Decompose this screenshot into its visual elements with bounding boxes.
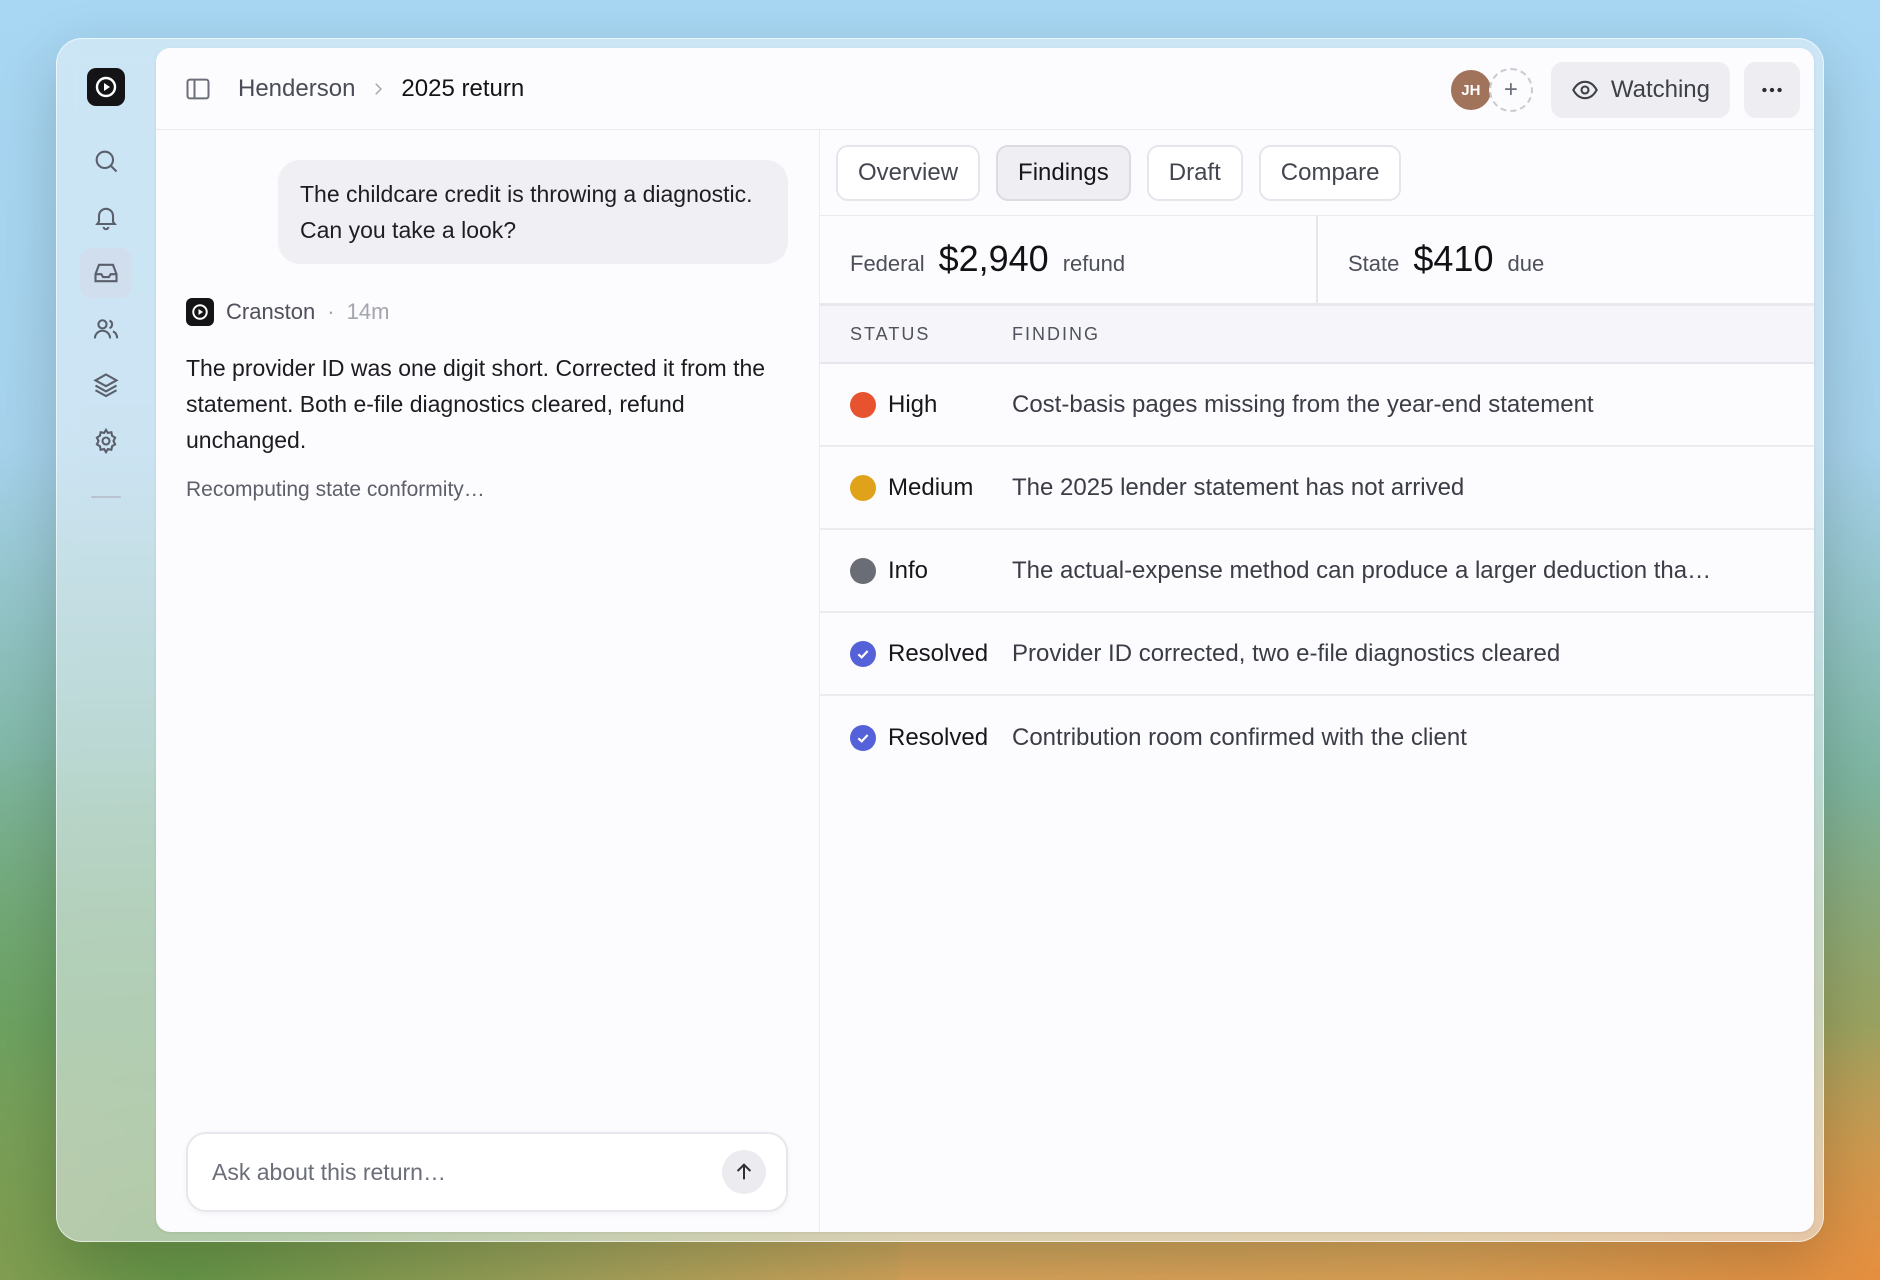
- more-menu-button[interactable]: [1744, 62, 1800, 118]
- rail-inbox-button[interactable]: [80, 248, 132, 298]
- finding-text: The actual-expense method can produce a …: [1012, 556, 1712, 584]
- chevron-right-icon: [369, 80, 387, 98]
- federal-kind: refund: [1062, 251, 1126, 276]
- federal-label: Federal: [850, 251, 925, 276]
- rail-notifications-button[interactable]: [80, 192, 132, 242]
- table-row[interactable]: Resolved Provider ID corrected, two e-fil…: [820, 613, 1814, 696]
- table-row[interactable]: Info The actual-expense method can produc…: [820, 530, 1814, 613]
- findings-table: High Cost-basis pages missing from the ye…: [820, 364, 1814, 779]
- rail-search-button[interactable]: [80, 136, 132, 186]
- status-label: Info: [888, 556, 929, 584]
- table-row[interactable]: High Cost-basis pages missing from the ye…: [820, 364, 1814, 447]
- watching-label: Watching: [1610, 76, 1710, 103]
- status-label: Resolved: [888, 723, 989, 751]
- sidebar-toggle-icon[interactable]: [184, 75, 212, 103]
- status-cell: Resolved: [820, 640, 1012, 668]
- assistant-message: The provider ID was one digit short. Cor…: [186, 355, 766, 453]
- layers-icon: [93, 373, 119, 398]
- state-label: State: [1348, 251, 1400, 276]
- assistant-timestamp: 14m: [346, 299, 390, 324]
- rail-people-button[interactable]: [80, 304, 132, 354]
- finding-text: Cost-basis pages missing from the year-e…: [1012, 390, 1594, 418]
- assistant-name: Cranston: [226, 299, 316, 324]
- return-pane: Overview Findings Draft Compare Federal …: [820, 130, 1814, 1232]
- user-message: The childcare credit is throwing a diagn…: [278, 160, 788, 264]
- chat-pane: The childcare credit is throwing a diagn…: [156, 130, 820, 1232]
- status-label: Medium: [888, 473, 974, 501]
- rail-settings-button[interactable]: [80, 416, 132, 466]
- app-logo[interactable]: [87, 68, 125, 106]
- status-cell: Medium: [820, 474, 1012, 502]
- gear-icon: [95, 427, 117, 455]
- finding-text: Contribution room confirmed with the cli…: [1012, 723, 1467, 751]
- separator-dot: ·: [327, 299, 335, 324]
- state-kind: due: [1507, 251, 1545, 276]
- status-label: Resolved: [888, 639, 989, 667]
- finding-text: Provider ID corrected, two e-file diagno…: [1012, 639, 1561, 667]
- status-label: High: [888, 390, 938, 418]
- search-icon: [95, 150, 118, 173]
- nav-rail: [56, 38, 156, 1242]
- tab-bar: Overview Findings Draft Compare: [820, 130, 1814, 216]
- status-dot-icon: [850, 391, 876, 418]
- table-row[interactable]: Resolved Contribution room confirmed with…: [820, 696, 1814, 779]
- assistant-status: Recomputing state conformity…: [186, 478, 485, 501]
- main-panel: Henderson 2025 return JH + Watching The …: [156, 48, 1814, 1232]
- status-dot-icon: [850, 557, 876, 584]
- status-dot-icon: [850, 474, 876, 501]
- finding-text: The 2025 lender statement has not arrive…: [1012, 473, 1465, 501]
- eye-icon: [1571, 80, 1598, 100]
- top-bar: Henderson 2025 return JH + Watching: [156, 48, 1814, 130]
- chat-input[interactable]: [212, 1158, 722, 1186]
- people-icon: [93, 319, 119, 339]
- tab-overview[interactable]: Overview: [836, 144, 981, 201]
- send-button[interactable]: [722, 1150, 766, 1194]
- tab-compare[interactable]: Compare: [1258, 144, 1402, 201]
- state-total: State $410 due: [1316, 216, 1814, 303]
- check-circle-icon: [850, 640, 876, 667]
- chat-input-box: [186, 1132, 788, 1212]
- assistant-avatar-icon: [186, 298, 214, 326]
- status-cell: High: [820, 391, 1012, 419]
- tab-findings[interactable]: Findings: [996, 144, 1131, 201]
- rail-layers-button[interactable]: [80, 360, 132, 410]
- app-window: Henderson 2025 return JH + Watching The …: [56, 38, 1824, 1242]
- avatar[interactable]: JH: [1448, 68, 1493, 112]
- more-icon: [1762, 87, 1782, 93]
- federal-amount: $2,940: [938, 238, 1049, 279]
- assistant-header: Cranston · 14m: [186, 298, 389, 326]
- state-amount: $410: [1413, 238, 1494, 279]
- breadcrumb: Henderson 2025 return: [184, 75, 524, 103]
- status-cell: Info: [820, 557, 1012, 585]
- inbox-icon: [94, 263, 118, 283]
- federal-total: Federal $2,940 refund: [820, 216, 1316, 303]
- check-circle-icon: [850, 724, 876, 751]
- column-header-status[interactable]: STATUS: [820, 324, 1012, 345]
- tab-draft[interactable]: Draft: [1146, 144, 1243, 201]
- table-row[interactable]: Medium The 2025 lender statement has not …: [820, 447, 1814, 530]
- breadcrumb-client[interactable]: Henderson: [238, 75, 355, 103]
- arrow-up-icon: [736, 1163, 752, 1180]
- add-collaborator-button[interactable]: +: [1488, 68, 1533, 112]
- watching-button[interactable]: Watching: [1550, 62, 1730, 118]
- status-cell: Resolved: [820, 724, 1012, 752]
- column-header-finding[interactable]: FINDING: [1012, 324, 1814, 345]
- bell-icon: [95, 207, 117, 231]
- breadcrumb-current: 2025 return: [401, 74, 525, 102]
- totals-summary: Federal $2,940 refund State $410 due: [820, 216, 1814, 306]
- findings-table-header: STATUS FINDING: [820, 306, 1814, 364]
- rail-divider: [91, 496, 121, 498]
- logo-icon: [95, 76, 117, 98]
